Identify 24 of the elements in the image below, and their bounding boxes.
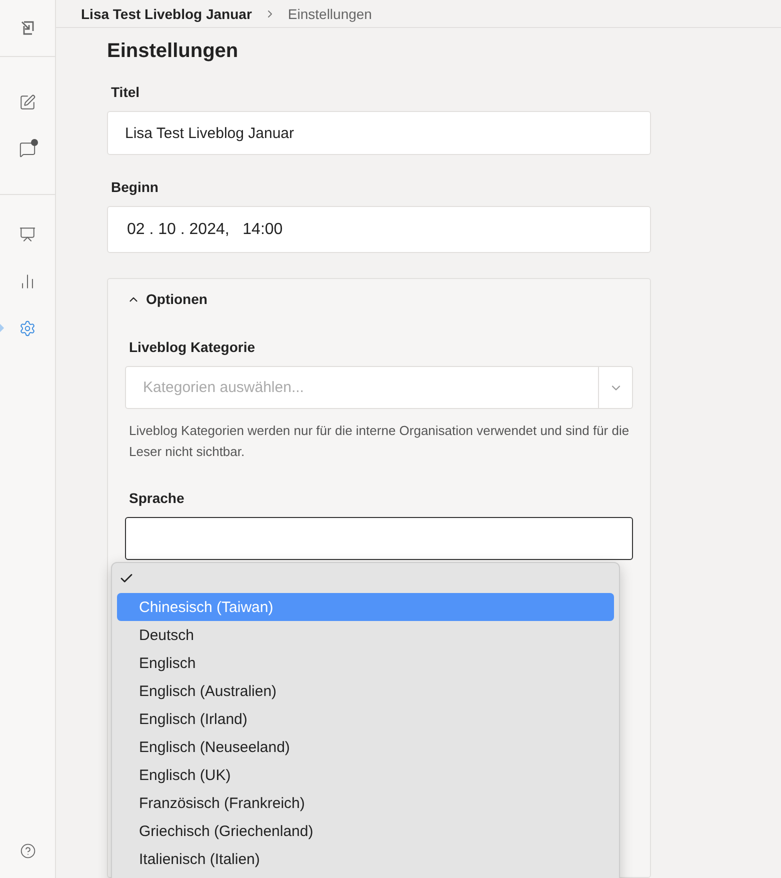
hint-text: Liveblog Kategorien werden nur für die interne Organisation verwendet und sind für die Leser nicht sichtbar. [129,422,630,461]
menu-option[interactable]: Französisch (Frankreich) [117,789,614,817]
field-label: Titel [111,84,141,100]
menu-option[interactable]: Englisch (Australien) [117,677,614,705]
input-field[interactable]: Lisa Test Liveblog Januar [107,111,651,155]
edit-icon[interactable] [18,92,38,112]
page-title: Einstellungen [107,40,240,63]
field-label: Sprache [129,490,186,506]
options-toggle[interactable]: Optionen [127,291,633,307]
menu-option[interactable]: Deutsch [117,621,614,649]
language-select[interactable] [125,517,633,560]
menu-option[interactable]: Griechisch (Griechenland) [117,817,614,845]
menu-option[interactable]: Englisch (Neuseeland) [117,733,614,761]
menu-option[interactable]: Englisch (Irland) [117,705,614,733]
menu-option[interactable]: Italienisch (Italien) [117,845,614,873]
breadcrumb-item: Einstellungen [288,6,372,22]
menu-option[interactable]: Englisch (UK) [117,761,614,789]
menu-option[interactable]: Englisch [117,649,614,677]
breadcrumb-item[interactable]: Lisa Test Liveblog Januar [81,6,252,22]
chat-icon[interactable] [18,139,38,159]
field-label: Liveblog Kategorie [129,339,256,355]
field-label: Beginn [111,179,160,195]
input-field[interactable]: 02 . 10 . 2024, 14:00 [107,206,651,253]
notification-dot [30,139,38,146]
